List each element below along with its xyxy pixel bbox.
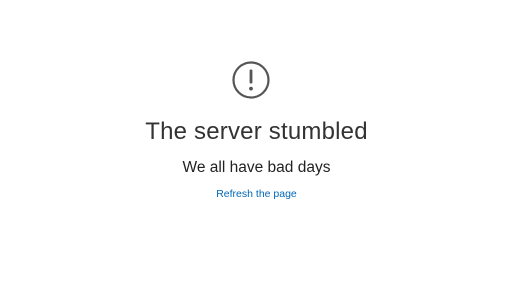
error-page: The server stumbled We all have bad days… bbox=[0, 0, 513, 305]
error-subtitle: We all have bad days bbox=[182, 159, 331, 176]
error-title: The server stumbled bbox=[145, 118, 368, 145]
refresh-link-container: Refresh the page bbox=[0, 186, 513, 202]
refresh-page-link[interactable]: Refresh the page bbox=[216, 188, 297, 200]
exclamation-circle-icon bbox=[231, 60, 271, 100]
